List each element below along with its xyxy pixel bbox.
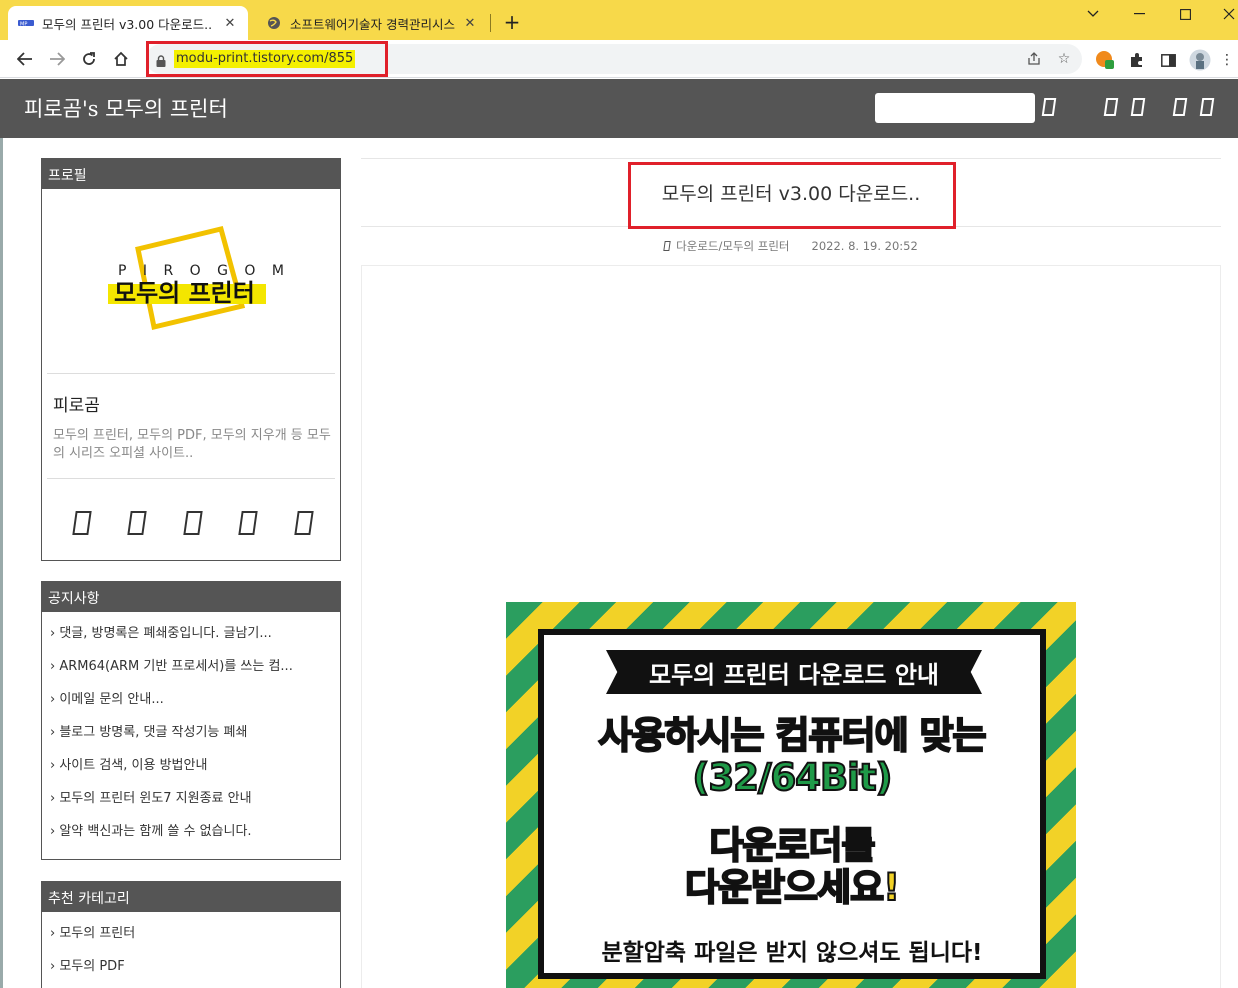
notice-list: › 댓글, 방명록은 폐쇄중입니다. 글남기... › ARM64(ARM 기반… — [42, 612, 340, 855]
notice-box: 공지사항 › 댓글, 방명록은 폐쇄중입니다. 글남기... › ARM64(A… — [41, 581, 341, 860]
profile-link-icon-1[interactable] — [72, 511, 92, 535]
window-edge — [0, 138, 3, 988]
url-highlight-box — [146, 41, 388, 77]
category-item[interactable]: › 모두의 PDF — [50, 957, 340, 988]
logo-text-top: P I R O G O M — [118, 263, 290, 279]
search-icon[interactable] — [1041, 98, 1057, 116]
banner-ribbon: 모두의 프린터 다운로드 안내 — [606, 650, 982, 694]
header-icon-2[interactable] — [1130, 98, 1146, 116]
svg-text:MP: MP — [20, 22, 27, 28]
category-icon — [663, 241, 671, 251]
banner-yellow-line1: 다운로더를 — [708, 824, 876, 868]
banner-green-text: 사용하시는 컴퓨터에 맞는 (32/64Bit) — [544, 714, 1040, 800]
recommended-heading: 추천 카테고리 — [42, 882, 340, 912]
printer-logo-icon: MP — [18, 15, 34, 31]
banner-footer: 분할압축 파일은 받지 않으셔도 됩니다! — [601, 940, 983, 966]
minimize-icon[interactable] — [1116, 0, 1162, 28]
notice-item[interactable]: › 사이트 검색, 이용 방법안내 — [50, 756, 340, 789]
tab-separator — [490, 14, 491, 32]
tab-title: 모두의 프린터 v3.00 다운로드.. — [42, 16, 213, 32]
header-icon-1[interactable] — [1103, 98, 1119, 116]
category-item[interactable]: › 모두의 프린터 — [50, 924, 340, 957]
profile-link-icon-4[interactable] — [238, 511, 258, 535]
forward-arrow-icon[interactable] — [44, 46, 70, 72]
tab-inactive[interactable]: 소프트웨어기술자 경력관리시스 ✕ — [256, 6, 488, 40]
blog-title[interactable]: 피로곰's 모두의 프린터 — [24, 93, 228, 123]
maximize-icon[interactable] — [1162, 0, 1208, 28]
banner-green-line1: 사용하시는 컴퓨터에 맞는 — [597, 714, 987, 758]
banner-yellow-text: 다운로더를 다운받으세요! — [544, 824, 1040, 910]
profile-logo-image[interactable]: P I R O G O M 모두의 프린터 — [46, 191, 336, 371]
banner-panel: 모두의 프린터 다운로드 안내 사용하시는 컴퓨터에 맞는 (32/64Bit)… — [538, 629, 1046, 979]
tab-active[interactable]: MP 모두의 프린터 v3.00 다운로드.. ✕ — [8, 6, 248, 40]
profile-heading: 프로필 — [42, 159, 340, 189]
notice-item[interactable]: › 알약 백신과는 함께 쓸 수 없습니다. — [50, 822, 340, 855]
logo-text-main: 모두의 프린터 — [114, 279, 255, 307]
close-tab-icon[interactable]: ✕ — [222, 15, 238, 31]
recommended-list: › 모두의 프린터 › 모두의 PDF — [42, 912, 340, 988]
profile-links — [72, 511, 322, 537]
notice-item[interactable]: › 블로그 방명록, 댓글 작성기능 폐쇄 — [50, 723, 340, 756]
puzzle-extensions-icon[interactable] — [1126, 49, 1148, 71]
globe-icon — [266, 15, 282, 31]
profile-link-icon-3[interactable] — [183, 511, 203, 535]
divider — [47, 478, 335, 479]
banner-green-line2: (32/64Bit) — [692, 756, 894, 800]
profile-description: 모두의 프린터, 모두의 PDF, 모두의 지우개 등 모두의 시리즈 오피셜 … — [53, 428, 331, 461]
profile-name: 피로곰 — [53, 396, 100, 416]
banner-yellow-line2: 다운받으세요! — [684, 866, 901, 910]
post-date: 2022. 8. 19. 20:52 — [811, 239, 918, 253]
browser-tabstrip: MP 모두의 프린터 v3.00 다운로드.. ✕ 소프트웨어기술자 경력관리시… — [0, 0, 1238, 40]
profile-link-icon-5[interactable] — [294, 511, 314, 535]
notice-item[interactable]: › 모두의 프린터 윈도7 지원종료 안내 — [50, 789, 340, 822]
search-input[interactable] — [875, 93, 1035, 123]
bookmark-star-icon[interactable]: ☆ — [1054, 49, 1074, 69]
header-icon-3[interactable] — [1172, 98, 1188, 116]
divider — [47, 373, 335, 374]
close-tab-icon[interactable]: ✕ — [462, 15, 478, 31]
notice-heading: 공지사항 — [42, 582, 340, 612]
title-highlight-box — [628, 162, 956, 229]
notice-item[interactable]: › ARM64(ARM 기반 프로세서)를 쓰는 컴... — [50, 657, 340, 690]
side-panel-icon[interactable] — [1157, 49, 1179, 71]
recommended-box: 추천 카테고리 › 모두의 프린터 › 모두의 PDF — [41, 881, 341, 988]
browser-menu-icon[interactable]: ⋮ — [1216, 49, 1238, 71]
profile-link-icon-2[interactable] — [127, 511, 147, 535]
post-category[interactable]: 다운로드/모두의 프린터 — [676, 239, 789, 253]
notice-item[interactable]: › 댓글, 방명록은 폐쇄중입니다. 글남기... — [50, 624, 340, 657]
close-window-icon[interactable] — [1206, 0, 1238, 28]
download-guide-banner: 모두의 프린터 다운로드 안내 사용하시는 컴퓨터에 맞는 (32/64Bit)… — [506, 602, 1076, 988]
tab-search-icon[interactable] — [1070, 0, 1116, 28]
browser-toolbar: modu-print.tistory.com/855 ☆ ⋮ — [0, 40, 1238, 78]
back-arrow-icon[interactable] — [12, 46, 38, 72]
header-icon-4[interactable] — [1199, 98, 1215, 116]
profile-avatar-icon[interactable] — [1189, 49, 1211, 71]
reload-icon[interactable] — [76, 46, 102, 72]
extension-icon[interactable] — [1094, 49, 1116, 71]
blog-header: 피로곰's 모두의 프린터 — [0, 79, 1238, 138]
post-meta: 다운로드/모두의 프린터 2022. 8. 19. 20:52 — [361, 238, 1221, 254]
tab-title: 소프트웨어기술자 경력관리시스 — [290, 16, 455, 32]
profile-box: 프로필 P I R O G O M 모두의 프린터 피로곰 모두의 프린터, 모… — [41, 158, 341, 561]
home-icon[interactable] — [108, 46, 134, 72]
new-tab-button[interactable]: + — [500, 10, 524, 34]
share-icon[interactable] — [1024, 49, 1044, 69]
notice-item[interactable]: › 이메일 문의 안내... — [50, 690, 340, 723]
